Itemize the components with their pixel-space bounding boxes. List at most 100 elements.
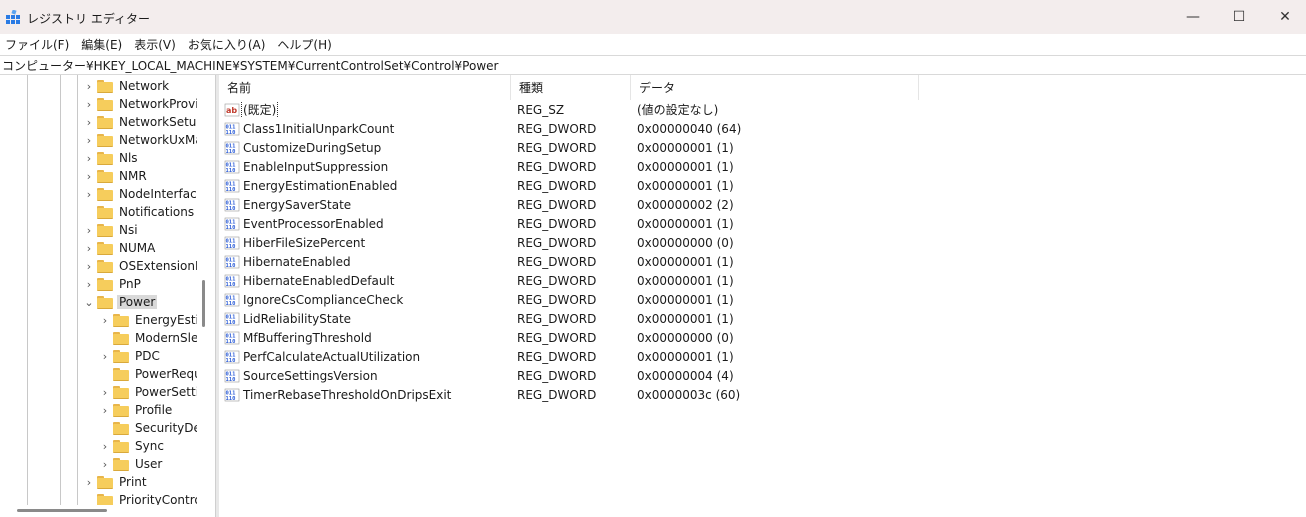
value-name: IgnoreCsComplianceCheck bbox=[243, 292, 404, 307]
value-data: (値の設定なし) bbox=[637, 103, 719, 117]
menu-help[interactable]: ヘルプ(H) bbox=[272, 36, 338, 53]
tree-item[interactable]: › Print bbox=[84, 473, 149, 491]
maximize-icon: ☐ bbox=[1232, 9, 1246, 25]
maximize-button[interactable]: ☐ bbox=[1216, 0, 1262, 34]
svg-text:110: 110 bbox=[226, 206, 236, 212]
chevron-right-icon[interactable]: › bbox=[100, 458, 110, 471]
value-type: REG_DWORD bbox=[517, 292, 597, 307]
tree-item[interactable]: PriorityContro bbox=[84, 491, 197, 505]
tree-item[interactable]: › OSExtensionD bbox=[84, 257, 197, 275]
column-header-data[interactable]: データ bbox=[631, 75, 919, 100]
chevron-right-icon[interactable]: › bbox=[84, 98, 94, 111]
svg-text:110: 110 bbox=[226, 187, 236, 193]
tree-item[interactable]: › EnergyEstim bbox=[100, 311, 197, 329]
value-type: REG_DWORD bbox=[517, 235, 597, 250]
value-row[interactable]: 011 110 HibernateEnabled REG_DWORD 0x0000000… bbox=[219, 252, 1306, 271]
tree-item[interactable]: › NodeInterface bbox=[84, 185, 197, 203]
tree-item[interactable]: › PowerSettin bbox=[100, 383, 197, 401]
tree-item[interactable]: Notifications bbox=[84, 203, 196, 221]
close-button[interactable]: ✕ bbox=[1262, 0, 1306, 34]
value-name: SourceSettingsVersion bbox=[243, 368, 378, 383]
value-row[interactable]: 011 110 CustomizeDuringSetup REG_DWORD 0x000… bbox=[219, 138, 1306, 157]
tree-item-label: OSExtensionD bbox=[119, 259, 197, 273]
menu-favorites[interactable]: お気に入り(A) bbox=[183, 36, 273, 53]
tree-item[interactable]: › Nsi bbox=[84, 221, 140, 239]
tree-item[interactable]: › NetworkUxMa bbox=[84, 131, 197, 149]
tree-horizontal-scrollbar[interactable] bbox=[17, 509, 107, 512]
value-row[interactable]: 011 110 LidReliabilityState REG_DWORD 0x0000… bbox=[219, 309, 1306, 328]
value-row[interactable]: 011 110 EnergySaverState REG_DWORD 0x0000000… bbox=[219, 195, 1306, 214]
chevron-right-icon[interactable]: › bbox=[100, 440, 110, 453]
column-header-type[interactable]: 種類 bbox=[511, 75, 631, 100]
value-data: 0x00000001 (1) bbox=[637, 292, 734, 307]
value-row[interactable]: 011 110 MfBufferingThreshold REG_DWORD 0x000… bbox=[219, 328, 1306, 347]
folder-icon bbox=[97, 98, 113, 111]
tree-item[interactable]: › User bbox=[100, 455, 164, 473]
chevron-right-icon[interactable]: › bbox=[100, 404, 110, 417]
tree-item-label: Profile bbox=[135, 403, 173, 417]
values-list-pane[interactable]: 名前 種類 データ ab (既定) REG_SZ (値の設定なし) 011 110 Clas… bbox=[219, 75, 1306, 517]
value-row[interactable]: 011 110 EnergyEstimationEnabled REG_DWORD 0x… bbox=[219, 176, 1306, 195]
tree-item[interactable]: ⌄ Power bbox=[84, 293, 158, 311]
value-row[interactable]: 011 110 HibernateEnabledDefault REG_DWORD 0x… bbox=[219, 271, 1306, 290]
chevron-right-icon[interactable]: › bbox=[84, 242, 94, 255]
tree-item[interactable]: › PDC bbox=[100, 347, 162, 365]
tree-item[interactable]: ModernSlee bbox=[100, 329, 197, 347]
tree-item[interactable]: › Nls bbox=[84, 149, 140, 167]
dword-value-icon: 011110 bbox=[224, 122, 240, 136]
menu-file[interactable]: ファイル(F) bbox=[0, 36, 76, 53]
chevron-right-icon[interactable]: › bbox=[100, 350, 110, 363]
tree-item[interactable]: › NetworkSetup bbox=[84, 113, 197, 131]
svg-text:110: 110 bbox=[226, 320, 236, 326]
chevron-right-icon[interactable]: › bbox=[84, 152, 94, 165]
tree-guide-line bbox=[77, 75, 78, 505]
tree-item[interactable]: › NMR bbox=[84, 167, 149, 185]
tree-item[interactable]: › NetworkProvid bbox=[84, 95, 197, 113]
dword-value-icon: 011110 bbox=[224, 198, 240, 212]
value-row[interactable]: ab (既定) REG_SZ (値の設定なし) bbox=[219, 100, 1306, 119]
chevron-right-icon[interactable]: › bbox=[84, 260, 94, 273]
chevron-right-icon[interactable]: › bbox=[100, 386, 110, 399]
value-row[interactable]: 011 110 Class1InitialUnparkCount REG_DWORD 0… bbox=[219, 119, 1306, 138]
tree-item[interactable]: › PnP bbox=[84, 275, 143, 293]
value-row[interactable]: 011 110 TimerRebaseThresholdOnDripsExit REG… bbox=[219, 385, 1306, 404]
folder-icon bbox=[97, 116, 113, 129]
menu-edit[interactable]: 編集(E) bbox=[76, 36, 129, 53]
tree-item[interactable]: › Profile bbox=[100, 401, 174, 419]
tree-item-label: PDC bbox=[135, 349, 160, 363]
chevron-right-icon[interactable]: › bbox=[84, 224, 94, 237]
chevron-right-icon[interactable]: › bbox=[84, 134, 94, 147]
minimize-button[interactable]: — bbox=[1170, 0, 1216, 34]
value-row[interactable]: 011 110 PerfCalculateActualUtilization REG_… bbox=[219, 347, 1306, 366]
tree-item[interactable]: › NUMA bbox=[84, 239, 157, 257]
tree-item[interactable]: PowerRequ bbox=[100, 365, 197, 383]
folder-icon bbox=[113, 332, 129, 345]
value-row[interactable]: 011 110 EventProcessorEnabled REG_DWORD 0x00… bbox=[219, 214, 1306, 233]
tree-item[interactable]: › Network bbox=[84, 77, 171, 95]
tree-item[interactable]: SecurityDes bbox=[100, 419, 197, 437]
value-row[interactable]: 011 110 SourceSettingsVersion REG_DWORD 0x00… bbox=[219, 366, 1306, 385]
chevron-down-icon[interactable]: ⌄ bbox=[84, 296, 94, 309]
menu-view[interactable]: 表示(V) bbox=[129, 36, 183, 53]
chevron-right-icon[interactable]: › bbox=[84, 188, 94, 201]
chevron-right-icon[interactable]: › bbox=[100, 314, 110, 327]
chevron-right-icon[interactable]: › bbox=[84, 116, 94, 129]
value-row[interactable]: 011 110 IgnoreCsComplianceCheck REG_DWORD 0x… bbox=[219, 290, 1306, 309]
value-row[interactable]: 011 110 HiberFileSizePercent REG_DWORD 0x000… bbox=[219, 233, 1306, 252]
key-tree-pane[interactable]: › Network › NetworkProvid › NetworkSetup › Netw… bbox=[0, 75, 215, 517]
value-row[interactable]: 011 110 EnableInputSuppression REG_DWORD 0x0… bbox=[219, 157, 1306, 176]
no-chevron-spacer bbox=[84, 495, 94, 505]
tree-vertical-scrollbar[interactable] bbox=[202, 280, 205, 327]
chevron-right-icon[interactable]: › bbox=[84, 476, 94, 489]
tree-item[interactable]: › Sync bbox=[100, 437, 166, 455]
chevron-right-icon[interactable]: › bbox=[84, 170, 94, 183]
chevron-right-icon[interactable]: › bbox=[84, 278, 94, 291]
value-name: MfBufferingThreshold bbox=[243, 330, 372, 345]
address-bar[interactable]: コンピューター¥HKEY_LOCAL_MACHINE¥SYSTEM¥Curren… bbox=[0, 55, 1306, 75]
folder-icon bbox=[113, 386, 129, 399]
chevron-right-icon[interactable]: › bbox=[84, 80, 94, 93]
column-header-name[interactable]: 名前 bbox=[219, 75, 511, 100]
tree-item-label: Notifications bbox=[119, 205, 195, 219]
folder-icon bbox=[113, 422, 129, 435]
value-name-cell: 011 110 HibernateEnabledDefault bbox=[219, 273, 511, 289]
